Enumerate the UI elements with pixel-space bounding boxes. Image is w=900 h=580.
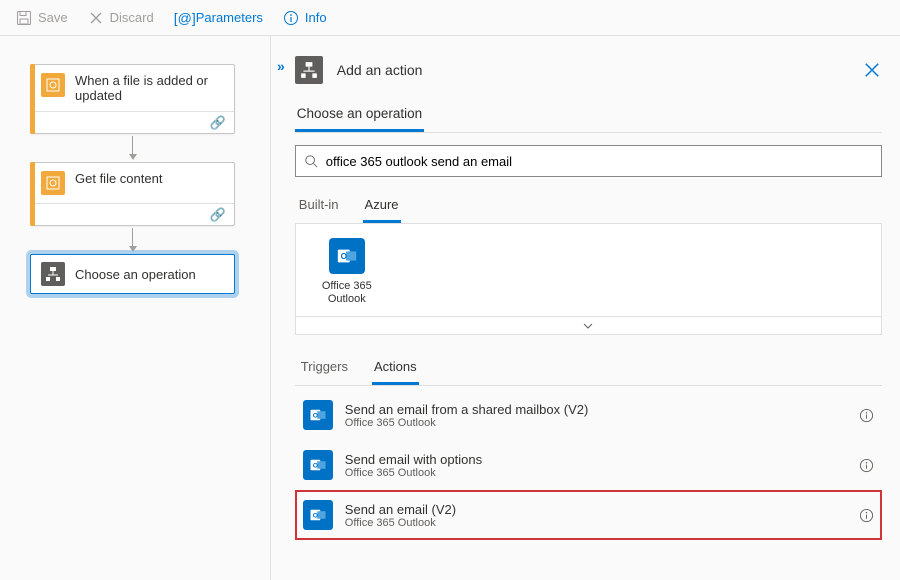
operation-icon xyxy=(41,262,65,286)
discard-button[interactable]: Discard xyxy=(80,6,162,30)
link-icon: 🔗 xyxy=(210,207,226,223)
svg-text:O: O xyxy=(313,463,318,470)
action-title: Send an email from a shared mailbox (V2) xyxy=(345,402,589,417)
parameters-button[interactable]: [@] Parameters xyxy=(166,6,271,30)
svg-text:O: O xyxy=(313,413,318,420)
parameters-label: Parameters xyxy=(196,10,263,25)
tab-choose-operation[interactable]: Choose an operation xyxy=(295,98,424,132)
svg-text:O: O xyxy=(313,513,318,520)
collapse-button[interactable]: » xyxy=(271,52,291,580)
info-icon[interactable] xyxy=(859,458,874,473)
action-subtitle: Office 365 Outlook xyxy=(345,467,482,479)
right-panel: » Add an action Choose an operation Buil… xyxy=(270,36,900,580)
panel-title: Add an action xyxy=(337,62,423,78)
info-label: Info xyxy=(305,10,327,25)
discard-label: Discard xyxy=(110,10,154,25)
action-item[interactable]: O Send an email from a shared mailbox (V… xyxy=(295,390,882,440)
outlook-icon: O xyxy=(303,450,333,480)
tab-builtin[interactable]: Built-in xyxy=(297,191,341,223)
tab-triggers[interactable]: Triggers xyxy=(299,353,350,385)
search-input[interactable] xyxy=(326,154,873,169)
tab-azure[interactable]: Azure xyxy=(363,191,401,223)
action-item-highlighted[interactable]: O Send an email (V2) Office 365 Outlook xyxy=(295,490,882,540)
sftp-icon xyxy=(41,73,65,97)
actions-list: O Send an email from a shared mailbox (V… xyxy=(295,390,882,540)
action-item[interactable]: O Send email with options Office 365 Out… xyxy=(295,440,882,490)
connector-grid: O Office 365 Outlook xyxy=(295,224,882,317)
link-icon: 🔗 xyxy=(210,115,226,131)
connector-category-tabs: Built-in Azure xyxy=(295,191,882,224)
choose-operation-node[interactable]: Choose an operation xyxy=(30,254,235,294)
main-area: When a file is added or updated 🔗 Get fi… xyxy=(0,36,900,580)
trigger-action-tabs: Triggers Actions xyxy=(295,353,882,386)
parameters-icon: [@] xyxy=(174,10,190,26)
expand-connectors-button[interactable] xyxy=(295,317,882,335)
outlook-icon: O xyxy=(329,238,365,274)
search-box[interactable] xyxy=(295,145,882,177)
save-label: Save xyxy=(38,10,68,25)
info-icon xyxy=(283,10,299,26)
close-icon[interactable] xyxy=(862,60,882,80)
choose-operation-label: Choose an operation xyxy=(75,267,196,282)
tab-actions[interactable]: Actions xyxy=(372,353,419,385)
action-title: Send an email (V2) xyxy=(345,502,456,517)
workflow-canvas: When a file is added or updated 🔗 Get fi… xyxy=(0,36,270,580)
info-icon[interactable] xyxy=(859,508,874,523)
arrow xyxy=(30,226,235,254)
panel-header: Add an action xyxy=(295,52,882,88)
action-node[interactable]: Get file content 🔗 xyxy=(30,162,235,226)
action-subtitle: Office 365 Outlook xyxy=(345,417,589,429)
trigger-node-label: When a file is added or updated xyxy=(75,73,224,103)
action-subtitle: Office 365 Outlook xyxy=(345,517,456,529)
connector-label: Office 365 Outlook xyxy=(322,280,372,305)
search-icon xyxy=(304,154,318,168)
arrow xyxy=(30,134,235,162)
save-button[interactable]: Save xyxy=(8,6,76,30)
info-icon[interactable] xyxy=(859,408,874,423)
save-icon xyxy=(16,10,32,26)
chevron-down-icon xyxy=(582,320,594,332)
action-title: Send email with options xyxy=(345,452,482,467)
operation-icon xyxy=(295,56,323,84)
svg-text:O: O xyxy=(340,252,347,261)
action-node-label: Get file content xyxy=(75,171,162,186)
outlook-icon: O xyxy=(303,500,333,530)
trigger-node[interactable]: When a file is added or updated 🔗 xyxy=(30,64,235,134)
discard-icon xyxy=(88,10,104,26)
info-button[interactable]: Info xyxy=(275,6,335,30)
sftp-icon xyxy=(41,171,65,195)
toolbar: Save Discard [@] Parameters Info xyxy=(0,0,900,36)
connector-office365-outlook[interactable]: O Office 365 Outlook xyxy=(314,238,380,306)
panel-tabs: Choose an operation xyxy=(295,98,882,133)
outlook-icon: O xyxy=(303,400,333,430)
